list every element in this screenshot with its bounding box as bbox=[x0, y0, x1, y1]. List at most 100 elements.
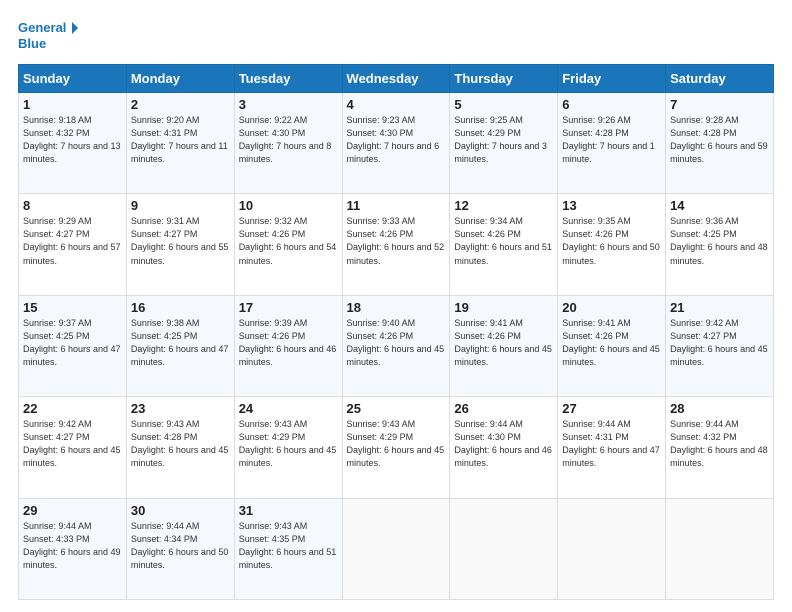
calendar-cell: 6 Sunrise: 9:26 AMSunset: 4:28 PMDayligh… bbox=[558, 93, 666, 194]
calendar-cell: 27 Sunrise: 9:44 AMSunset: 4:31 PMDaylig… bbox=[558, 397, 666, 498]
calendar-cell bbox=[450, 498, 558, 599]
calendar-cell: 11 Sunrise: 9:33 AMSunset: 4:26 PMDaylig… bbox=[342, 194, 450, 295]
calendar-week-3: 15 Sunrise: 9:37 AMSunset: 4:25 PMDaylig… bbox=[19, 295, 774, 396]
cell-info: Sunrise: 9:18 AMSunset: 4:32 PMDaylight:… bbox=[23, 115, 121, 164]
day-number: 8 bbox=[23, 198, 122, 213]
day-number: 19 bbox=[454, 300, 553, 315]
calendar-cell: 15 Sunrise: 9:37 AMSunset: 4:25 PMDaylig… bbox=[19, 295, 127, 396]
calendar-cell: 10 Sunrise: 9:32 AMSunset: 4:26 PMDaylig… bbox=[234, 194, 342, 295]
day-number: 14 bbox=[670, 198, 769, 213]
calendar-cell bbox=[558, 498, 666, 599]
cell-info: Sunrise: 9:44 AMSunset: 4:33 PMDaylight:… bbox=[23, 521, 121, 570]
day-number: 23 bbox=[131, 401, 230, 416]
cell-info: Sunrise: 9:36 AMSunset: 4:25 PMDaylight:… bbox=[670, 216, 768, 265]
logo: General Blue bbox=[18, 18, 78, 54]
calendar-cell: 13 Sunrise: 9:35 AMSunset: 4:26 PMDaylig… bbox=[558, 194, 666, 295]
day-number: 13 bbox=[562, 198, 661, 213]
cell-info: Sunrise: 9:44 AMSunset: 4:30 PMDaylight:… bbox=[454, 419, 552, 468]
cell-info: Sunrise: 9:43 AMSunset: 4:29 PMDaylight:… bbox=[239, 419, 337, 468]
cell-info: Sunrise: 9:35 AMSunset: 4:26 PMDaylight:… bbox=[562, 216, 660, 265]
day-header-thursday: Thursday bbox=[450, 65, 558, 93]
cell-info: Sunrise: 9:38 AMSunset: 4:25 PMDaylight:… bbox=[131, 318, 229, 367]
day-number: 9 bbox=[131, 198, 230, 213]
cell-info: Sunrise: 9:23 AMSunset: 4:30 PMDaylight:… bbox=[347, 115, 440, 164]
svg-text:Blue: Blue bbox=[18, 36, 46, 51]
cell-info: Sunrise: 9:37 AMSunset: 4:25 PMDaylight:… bbox=[23, 318, 121, 367]
cell-info: Sunrise: 9:39 AMSunset: 4:26 PMDaylight:… bbox=[239, 318, 337, 367]
cell-info: Sunrise: 9:32 AMSunset: 4:26 PMDaylight:… bbox=[239, 216, 337, 265]
day-number: 20 bbox=[562, 300, 661, 315]
cell-info: Sunrise: 9:22 AMSunset: 4:30 PMDaylight:… bbox=[239, 115, 332, 164]
calendar-cell: 14 Sunrise: 9:36 AMSunset: 4:25 PMDaylig… bbox=[666, 194, 774, 295]
day-number: 26 bbox=[454, 401, 553, 416]
calendar-cell: 28 Sunrise: 9:44 AMSunset: 4:32 PMDaylig… bbox=[666, 397, 774, 498]
calendar-week-2: 8 Sunrise: 9:29 AMSunset: 4:27 PMDayligh… bbox=[19, 194, 774, 295]
calendar-cell: 31 Sunrise: 9:43 AMSunset: 4:35 PMDaylig… bbox=[234, 498, 342, 599]
day-number: 5 bbox=[454, 97, 553, 112]
day-header-sunday: Sunday bbox=[19, 65, 127, 93]
day-header-monday: Monday bbox=[126, 65, 234, 93]
header: General Blue bbox=[18, 18, 774, 54]
calendar-cell: 22 Sunrise: 9:42 AMSunset: 4:27 PMDaylig… bbox=[19, 397, 127, 498]
cell-info: Sunrise: 9:44 AMSunset: 4:34 PMDaylight:… bbox=[131, 521, 229, 570]
cell-info: Sunrise: 9:44 AMSunset: 4:32 PMDaylight:… bbox=[670, 419, 768, 468]
calendar-cell bbox=[666, 498, 774, 599]
day-number: 15 bbox=[23, 300, 122, 315]
calendar-cell bbox=[342, 498, 450, 599]
calendar-cell: 16 Sunrise: 9:38 AMSunset: 4:25 PMDaylig… bbox=[126, 295, 234, 396]
day-number: 4 bbox=[347, 97, 446, 112]
cell-info: Sunrise: 9:33 AMSunset: 4:26 PMDaylight:… bbox=[347, 216, 445, 265]
cell-info: Sunrise: 9:26 AMSunset: 4:28 PMDaylight:… bbox=[562, 115, 655, 164]
cell-info: Sunrise: 9:29 AMSunset: 4:27 PMDaylight:… bbox=[23, 216, 121, 265]
calendar-header-row: SundayMondayTuesdayWednesdayThursdayFrid… bbox=[19, 65, 774, 93]
calendar-cell: 1 Sunrise: 9:18 AMSunset: 4:32 PMDayligh… bbox=[19, 93, 127, 194]
calendar-cell: 25 Sunrise: 9:43 AMSunset: 4:29 PMDaylig… bbox=[342, 397, 450, 498]
calendar-week-5: 29 Sunrise: 9:44 AMSunset: 4:33 PMDaylig… bbox=[19, 498, 774, 599]
day-number: 2 bbox=[131, 97, 230, 112]
cell-info: Sunrise: 9:40 AMSunset: 4:26 PMDaylight:… bbox=[347, 318, 445, 367]
day-number: 24 bbox=[239, 401, 338, 416]
calendar-cell: 20 Sunrise: 9:41 AMSunset: 4:26 PMDaylig… bbox=[558, 295, 666, 396]
cell-info: Sunrise: 9:28 AMSunset: 4:28 PMDaylight:… bbox=[670, 115, 768, 164]
calendar-week-4: 22 Sunrise: 9:42 AMSunset: 4:27 PMDaylig… bbox=[19, 397, 774, 498]
calendar-cell: 26 Sunrise: 9:44 AMSunset: 4:30 PMDaylig… bbox=[450, 397, 558, 498]
calendar-cell: 3 Sunrise: 9:22 AMSunset: 4:30 PMDayligh… bbox=[234, 93, 342, 194]
calendar-cell: 29 Sunrise: 9:44 AMSunset: 4:33 PMDaylig… bbox=[19, 498, 127, 599]
calendar-cell: 7 Sunrise: 9:28 AMSunset: 4:28 PMDayligh… bbox=[666, 93, 774, 194]
cell-info: Sunrise: 9:25 AMSunset: 4:29 PMDaylight:… bbox=[454, 115, 547, 164]
calendar-cell: 5 Sunrise: 9:25 AMSunset: 4:29 PMDayligh… bbox=[450, 93, 558, 194]
day-number: 6 bbox=[562, 97, 661, 112]
calendar-week-1: 1 Sunrise: 9:18 AMSunset: 4:32 PMDayligh… bbox=[19, 93, 774, 194]
day-number: 22 bbox=[23, 401, 122, 416]
day-number: 10 bbox=[239, 198, 338, 213]
cell-info: Sunrise: 9:31 AMSunset: 4:27 PMDaylight:… bbox=[131, 216, 229, 265]
cell-info: Sunrise: 9:43 AMSunset: 4:28 PMDaylight:… bbox=[131, 419, 229, 468]
calendar-cell: 21 Sunrise: 9:42 AMSunset: 4:27 PMDaylig… bbox=[666, 295, 774, 396]
day-number: 27 bbox=[562, 401, 661, 416]
day-number: 11 bbox=[347, 198, 446, 213]
day-number: 31 bbox=[239, 503, 338, 518]
calendar-cell: 18 Sunrise: 9:40 AMSunset: 4:26 PMDaylig… bbox=[342, 295, 450, 396]
day-header-wednesday: Wednesday bbox=[342, 65, 450, 93]
svg-text:General: General bbox=[18, 20, 66, 35]
day-number: 17 bbox=[239, 300, 338, 315]
calendar-cell: 12 Sunrise: 9:34 AMSunset: 4:26 PMDaylig… bbox=[450, 194, 558, 295]
cell-info: Sunrise: 9:20 AMSunset: 4:31 PMDaylight:… bbox=[131, 115, 228, 164]
cell-info: Sunrise: 9:34 AMSunset: 4:26 PMDaylight:… bbox=[454, 216, 552, 265]
calendar-cell: 17 Sunrise: 9:39 AMSunset: 4:26 PMDaylig… bbox=[234, 295, 342, 396]
calendar-cell: 4 Sunrise: 9:23 AMSunset: 4:30 PMDayligh… bbox=[342, 93, 450, 194]
calendar-cell: 9 Sunrise: 9:31 AMSunset: 4:27 PMDayligh… bbox=[126, 194, 234, 295]
day-number: 7 bbox=[670, 97, 769, 112]
page: General Blue SundayMondayTuesdayWednesda… bbox=[0, 0, 792, 612]
calendar-cell: 19 Sunrise: 9:41 AMSunset: 4:26 PMDaylig… bbox=[450, 295, 558, 396]
day-number: 29 bbox=[23, 503, 122, 518]
cell-info: Sunrise: 9:41 AMSunset: 4:26 PMDaylight:… bbox=[454, 318, 552, 367]
calendar-cell: 24 Sunrise: 9:43 AMSunset: 4:29 PMDaylig… bbox=[234, 397, 342, 498]
cell-info: Sunrise: 9:42 AMSunset: 4:27 PMDaylight:… bbox=[23, 419, 121, 468]
calendar-cell: 30 Sunrise: 9:44 AMSunset: 4:34 PMDaylig… bbox=[126, 498, 234, 599]
day-number: 12 bbox=[454, 198, 553, 213]
day-number: 1 bbox=[23, 97, 122, 112]
day-number: 16 bbox=[131, 300, 230, 315]
day-number: 18 bbox=[347, 300, 446, 315]
day-number: 21 bbox=[670, 300, 769, 315]
